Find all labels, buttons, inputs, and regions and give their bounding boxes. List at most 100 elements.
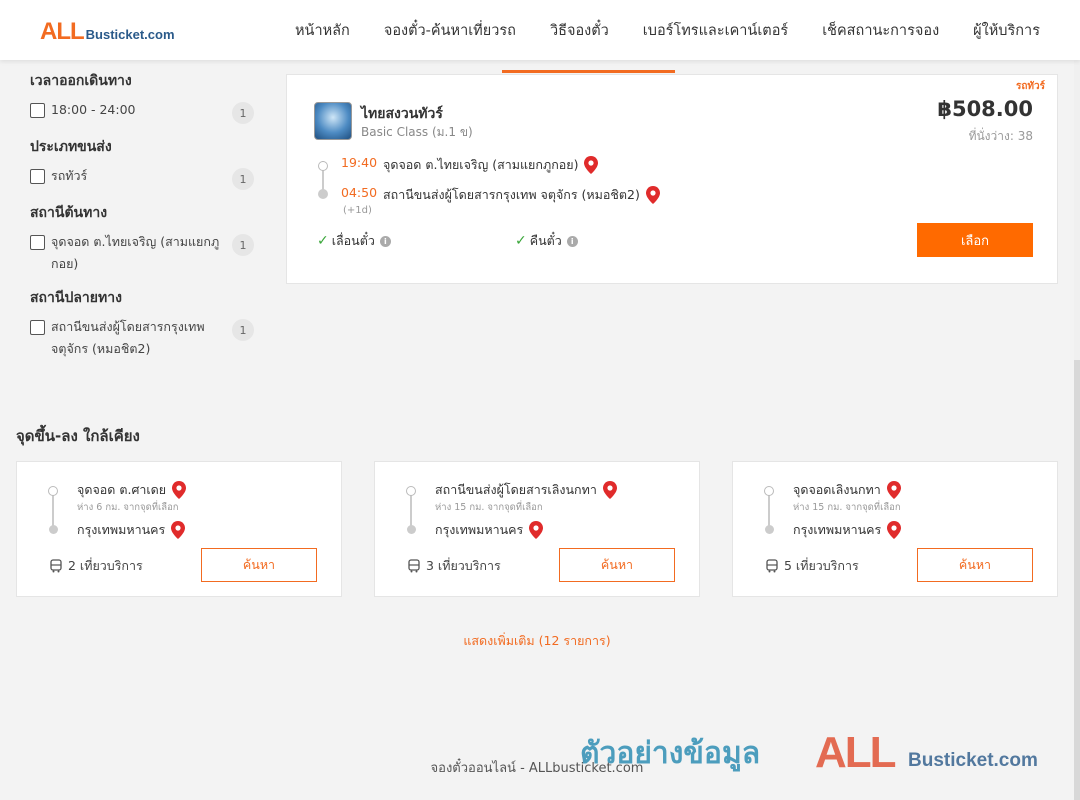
filter-option[interactable]: 18:00 - 24:00 1 (30, 102, 254, 124)
destination-dot (407, 525, 416, 534)
site-logo[interactable]: ALL Busticket.com (40, 18, 175, 46)
depart-stop-label: จุดจอด ต.ไทยเจริญ (สามแยกภูกอย) (383, 157, 579, 172)
nearby-trips: 5 เที่ยวบริการ (765, 556, 859, 576)
filter-title: สถานีต้นทาง (30, 205, 108, 221)
map-pin-icon[interactable] (645, 186, 660, 204)
filter-option-left: รถทัวร์ (30, 168, 221, 187)
check-icon: ✓ (515, 233, 527, 249)
info-icon[interactable]: i (566, 235, 578, 247)
filter-checkbox[interactable] (30, 235, 45, 250)
map-pin-icon[interactable] (886, 481, 901, 499)
operator-logo (314, 102, 352, 140)
filter-option[interactable]: รถทัวร์ 1 (30, 168, 254, 190)
map-pin-icon[interactable] (529, 521, 544, 539)
nearby-trips: 2 เที่ยวบริการ (49, 556, 143, 576)
check-icon: ✓ (317, 233, 329, 249)
origin-dot (406, 486, 416, 496)
trip-card: รถทัวร์ ไทยสงวนทัวร์ Basic Class (ม.1 ข)… (286, 74, 1058, 284)
nearby-from: จุดจอด ต.ศาเดย (77, 480, 187, 500)
filter-title: เวลาออกเดินทาง (30, 73, 132, 89)
bus-class: Basic Class (ม.1 ข) (361, 125, 473, 139)
filter-option-left: 18:00 - 24:00 (30, 102, 221, 121)
filter-option[interactable]: จุดจอด ต.ไทยเจริญ (สามแยกภูกอย) 1 (30, 234, 254, 275)
show-more-link[interactable]: แสดงเพิ่มเติม (12 รายการ) (0, 631, 1074, 651)
map-pin-icon[interactable] (171, 521, 186, 539)
nav-check-status[interactable]: เช็คสถานะการจอง (822, 19, 939, 42)
trip-price: ฿508.00 (937, 97, 1033, 121)
map-pin-icon[interactable] (172, 481, 187, 499)
scrollbar-thumb[interactable] (1074, 360, 1080, 800)
bus-icon (50, 559, 62, 573)
filter-option-label: 18:00 - 24:00 (51, 102, 136, 117)
feature-label: คืนตั๋ว (529, 233, 562, 248)
nearby-from: สถานีขนส่งผู้โดยสารเลิงนกทา (435, 480, 617, 500)
filter-checkbox[interactable] (30, 103, 45, 118)
map-pin-icon[interactable] (584, 156, 599, 174)
nearby-title: จุดขึ้น-ลง ใกล้เคียง (16, 427, 140, 445)
bus-icon (766, 559, 778, 573)
info-icon[interactable]: i (379, 235, 391, 247)
watermark-logo-all: ALL (815, 728, 897, 777)
nearby-from-label: จุดจอดเลิงนกทา (793, 482, 881, 497)
filter-checkbox[interactable] (30, 320, 45, 335)
filter-sidebar: เวลาออกเดินทาง 18:00 - 24:00 1 ประเภทขนส… (30, 66, 254, 372)
select-trip-button[interactable]: เลือก (917, 223, 1033, 257)
nearby-card: จุดจอด ต.ศาเดย ห่าง 6 กม. จากจุดที่เลือก… (16, 461, 342, 597)
destination-dot (765, 525, 774, 534)
nearby-distance: ห่าง 15 กม. จากจุดที่เลือก (793, 502, 901, 513)
nearby-to-label: กรุงเทพมหานคร (77, 522, 166, 537)
logo-all: ALL (40, 18, 85, 45)
map-pin-icon[interactable] (887, 521, 902, 539)
nav-home[interactable]: หน้าหลัก (295, 19, 350, 42)
nearby-to: กรุงเทพมหานคร (435, 520, 544, 540)
feature-reschedule: ✓ เลื่อนตั๋ว i (317, 231, 391, 251)
nearby-search-button[interactable]: ค้นหา (917, 548, 1033, 582)
filter-group-origin: สถานีต้นทาง จุดจอด ต.ไทยเจริญ (สามแยกภูก… (30, 202, 254, 275)
filter-option-label: รถทัวร์ (51, 168, 88, 183)
filter-group-transport-type: ประเภทขนส่ง รถทัวร์ 1 (30, 136, 254, 190)
arrive-stop-label: สถานีขนส่งผู้โดยสารกรุงเทพ จตุจักร (หมอช… (383, 187, 640, 202)
nav-operators[interactable]: ผู้ให้บริการ (973, 19, 1040, 42)
destination-dot (318, 189, 328, 199)
depart-stop: จุดจอด ต.ไทยเจริญ (สามแยกภูกอย) (383, 155, 599, 175)
nearby-to: กรุงเทพมหานคร (77, 520, 186, 540)
depart-time: 19:40 (341, 155, 378, 170)
nav-phone-counters[interactable]: เบอร์โทรและเคาน์เตอร์ (643, 19, 788, 42)
seats-available: ที่นั่งว่าง: 38 (968, 129, 1033, 143)
page-scrollbar[interactable] (1074, 60, 1080, 800)
main-nav: หน้าหลัก จองตั๋ว-ค้นหาเที่ยวรถ วิธีจองตั… (261, 0, 1040, 60)
map-pin-icon[interactable] (602, 481, 617, 499)
filter-group-departure-time: เวลาออกเดินทาง 18:00 - 24:00 1 (30, 70, 254, 124)
filter-option-left: จุดจอด ต.ไทยเจริญ (สามแยกภูกอย) (30, 234, 221, 275)
filter-option-left: สถานีขนส่งผู้โดยสารกรุงเทพ จตุจักร (หมอช… (30, 319, 221, 360)
filter-group-destination: สถานีปลายทาง สถานีขนส่งผู้โดยสารกรุงเทพ … (30, 287, 254, 360)
nearby-distance: ห่าง 15 กม. จากจุดที่เลือก (435, 502, 543, 513)
nearby-to-label: กรุงเทพมหานคร (435, 522, 524, 537)
nearby-from-label: สถานีขนส่งผู้โดยสารเลิงนกทา (435, 482, 597, 497)
active-tab-indicator (502, 70, 675, 73)
nearby-distance: ห่าง 6 กม. จากจุดที่เลือก (77, 502, 179, 513)
transport-type-tag: รถทัวร์ (1015, 81, 1045, 92)
operator-name: ไทยสงวนทัวร์ (361, 106, 443, 122)
nearby-card: สถานีขนส่งผู้โดยสารเลิงนกทา ห่าง 15 กม. … (374, 461, 700, 597)
nearby-trips-label: 3 เที่ยวบริการ (426, 558, 501, 573)
feature-refund: ✓ คืนตั๋ว i (515, 231, 578, 251)
filter-checkbox[interactable] (30, 169, 45, 184)
arrive-stop: สถานีขนส่งผู้โดยสารกรุงเทพ จตุจักร (หมอช… (383, 185, 660, 205)
filter-option[interactable]: สถานีขนส่งผู้โดยสารกรุงเทพ จตุจักร (หมอช… (30, 319, 254, 360)
nearby-search-button[interactable]: ค้นหา (201, 548, 317, 582)
nearby-trips: 3 เที่ยวบริการ (407, 556, 501, 576)
next-day-label: (+1d) (343, 205, 372, 216)
nearby-to-label: กรุงเทพมหานคร (793, 522, 882, 537)
nearby-search-button[interactable]: ค้นหา (559, 548, 675, 582)
filter-count-badge: 1 (232, 168, 254, 190)
nearby-card: จุดจอดเลิงนกทา ห่าง 15 กม. จากจุดที่เลือ… (732, 461, 1058, 597)
filter-option-label: สถานีขนส่งผู้โดยสารกรุงเทพ จตุจักร (หมอช… (51, 319, 205, 356)
nearby-from: จุดจอดเลิงนกทา (793, 480, 901, 500)
origin-dot (764, 486, 774, 496)
arrive-time: 04:50 (341, 185, 378, 200)
destination-dot (49, 525, 58, 534)
nav-book-search[interactable]: จองตั๋ว-ค้นหาเที่ยวรถ (384, 19, 516, 42)
filter-count-badge: 1 (232, 234, 254, 256)
nav-how-to-book[interactable]: วิธีจองตั๋ว (550, 19, 609, 42)
